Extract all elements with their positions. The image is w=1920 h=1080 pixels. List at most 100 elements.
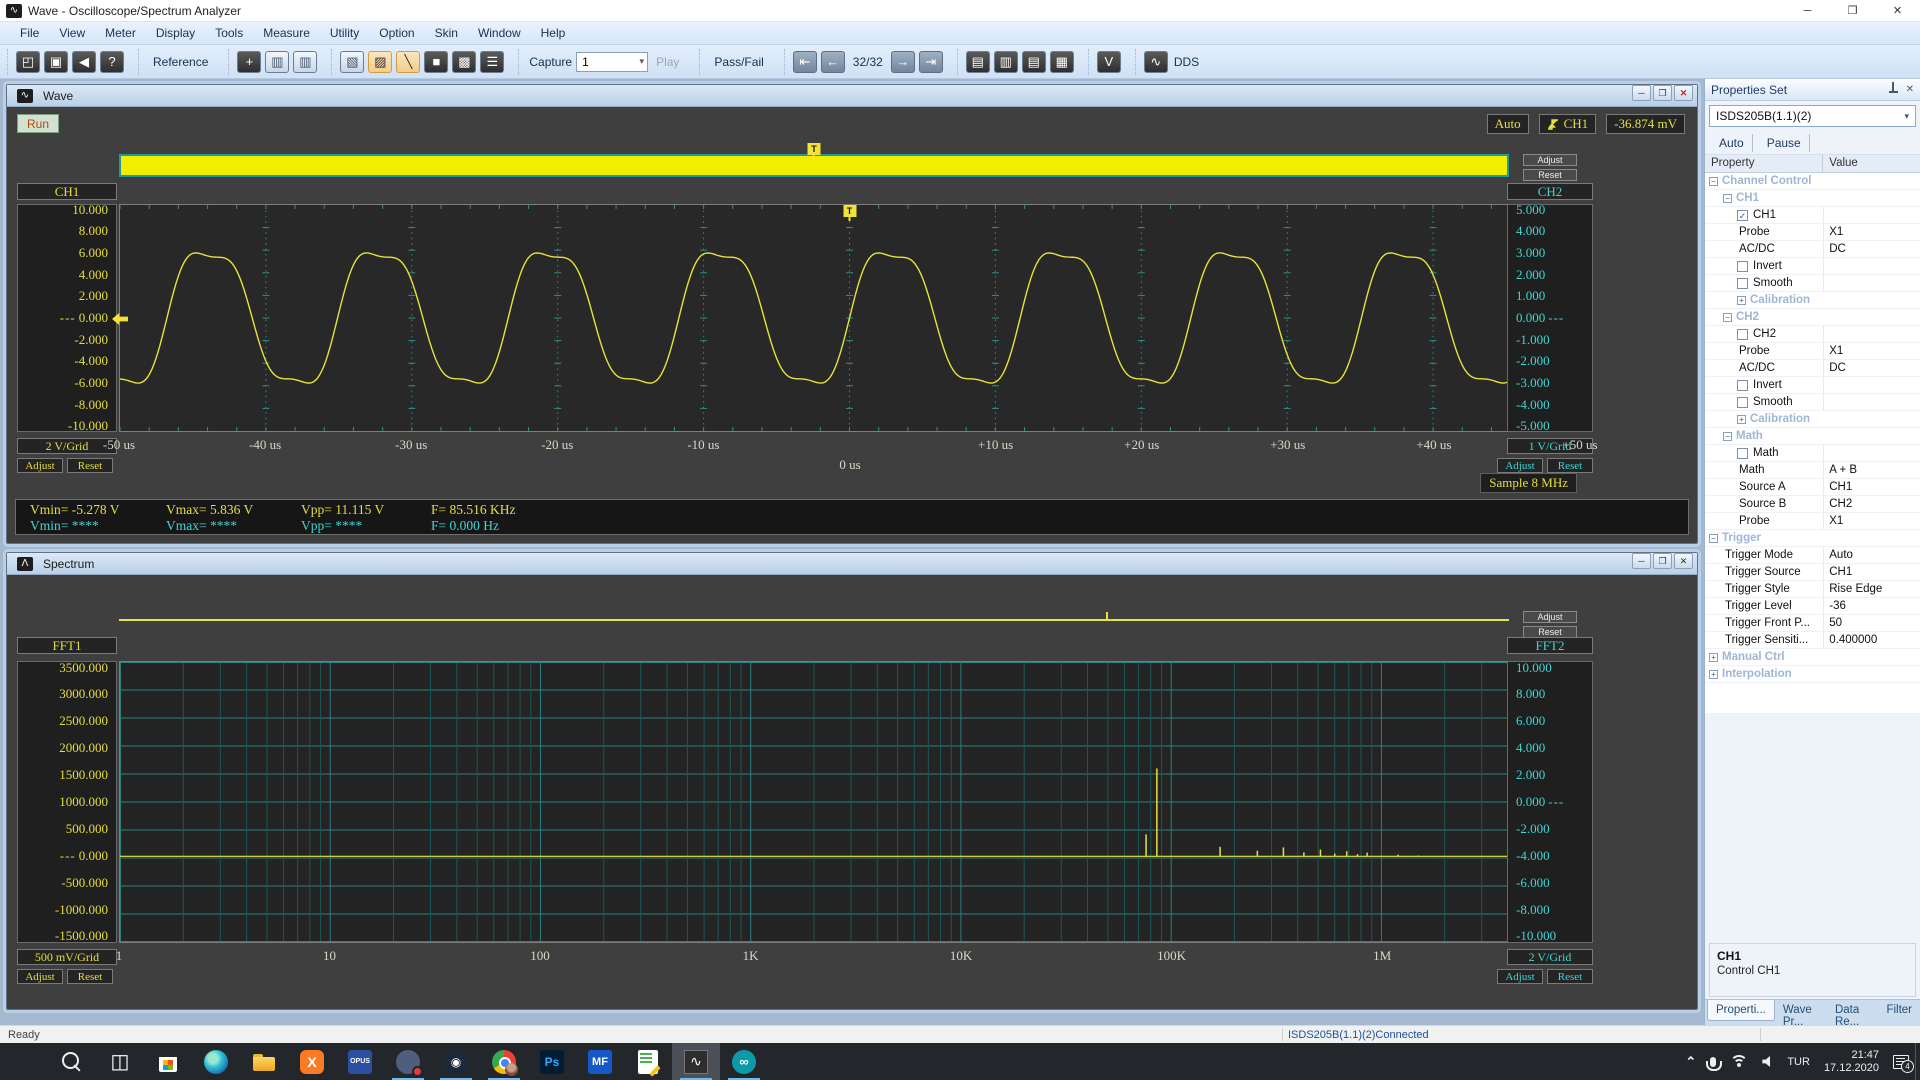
property-row-trigger[interactable]: −Trigger: [1705, 530, 1920, 547]
screenshot-icon[interactable]: ▧: [340, 51, 364, 73]
palette-icon[interactable]: ▩: [452, 51, 476, 73]
property-value[interactable]: Rise Edge: [1829, 583, 1882, 595]
layout-horizontal-icon[interactable]: ▤: [1022, 51, 1046, 73]
ch1-adjust-button[interactable]: Adjust: [17, 458, 63, 473]
auto-button[interactable]: Auto: [1711, 134, 1753, 152]
ch1-reset-button[interactable]: Reset: [67, 458, 113, 473]
property-row-channel-control[interactable]: −Channel Control: [1705, 173, 1920, 190]
property-row-trigger-front-p-[interactable]: Trigger Front P...50: [1705, 615, 1920, 632]
layout-cascade-icon[interactable]: ▤: [966, 51, 990, 73]
menu-skin[interactable]: Skin: [425, 23, 468, 43]
wave-list-icon[interactable]: ☰: [480, 51, 504, 73]
property-value[interactable]: -36: [1829, 600, 1846, 612]
menu-file[interactable]: File: [10, 23, 49, 43]
property-row-source-b[interactable]: Source BCH2: [1705, 496, 1920, 513]
property-value[interactable]: Auto: [1829, 549, 1853, 561]
trigger-position-marker[interactable]: T: [808, 143, 821, 155]
spectrum-window-titlebar[interactable]: Λ Spectrum ─ ❐ ✕: [7, 553, 1697, 575]
checkbox[interactable]: [1737, 329, 1748, 340]
speaker-icon[interactable]: [1762, 1056, 1773, 1067]
wave-plot[interactable]: T: [119, 204, 1580, 432]
next-frame-icon[interactable]: →: [891, 51, 915, 73]
clock[interactable]: 21:47 17.12.2020: [1824, 1049, 1879, 1075]
close-button[interactable]: ✕: [1875, 0, 1920, 21]
ch2-adjust-button[interactable]: Adjust: [1497, 458, 1543, 473]
capture-select[interactable]: 1▾: [576, 52, 648, 72]
voltage-button[interactable]: V: [1097, 51, 1121, 73]
property-row-math[interactable]: MathA + B: [1705, 462, 1920, 479]
taskbar-search-icon[interactable]: [48, 1043, 96, 1080]
property-row-probe[interactable]: ProbeX1: [1705, 513, 1920, 530]
language-indicator[interactable]: TUR: [1787, 1056, 1810, 1068]
taskbar-photoshop-icon[interactable]: Ps: [528, 1043, 576, 1080]
spectrum-minimize-button[interactable]: ─: [1632, 553, 1651, 569]
property-row-smooth[interactable]: Smooth: [1705, 394, 1920, 411]
ch2-axis-header[interactable]: CH2: [1507, 183, 1593, 200]
play-button[interactable]: Play: [648, 53, 687, 71]
property-row-interpolation[interactable]: +Interpolation: [1705, 666, 1920, 683]
taskbar-explorer-icon[interactable]: [240, 1043, 288, 1080]
fft2-reset-button[interactable]: Reset: [1547, 969, 1593, 984]
preview-adjust-button[interactable]: Adjust: [1523, 154, 1577, 166]
preview-reset-button[interactable]: Reset: [1523, 169, 1577, 181]
spectrum-restore-button[interactable]: ❐: [1653, 553, 1672, 569]
collapse-icon[interactable]: −: [1709, 177, 1718, 186]
expand-icon[interactable]: +: [1709, 653, 1718, 662]
spectrum-close-button[interactable]: ✕: [1674, 553, 1693, 569]
layout-grid-icon[interactable]: ▦: [1050, 51, 1074, 73]
first-frame-icon[interactable]: ⇤: [793, 51, 817, 73]
property-value[interactable]: X1: [1829, 226, 1843, 238]
property-row-ac-dc[interactable]: AC/DCDC: [1705, 241, 1920, 258]
property-row-math[interactable]: −Math: [1705, 428, 1920, 445]
fft1-adjust-button[interactable]: Adjust: [17, 969, 63, 984]
wave-restore-button[interactable]: ❐: [1653, 85, 1672, 101]
restore-button[interactable]: ❐: [1830, 0, 1875, 21]
checkbox[interactable]: [1737, 278, 1748, 289]
menu-option[interactable]: Option: [369, 23, 424, 43]
passfail-button[interactable]: Pass/Fail: [706, 53, 771, 71]
reference-button[interactable]: Reference: [145, 53, 216, 71]
property-row-invert[interactable]: Invert: [1705, 377, 1920, 394]
help-icon[interactable]: ?: [100, 51, 124, 73]
fft2-adjust-button[interactable]: Adjust: [1497, 969, 1543, 984]
property-value[interactable]: CH1: [1829, 566, 1852, 578]
collapse-icon[interactable]: −: [1709, 534, 1718, 543]
property-row-ch1[interactable]: −CH1: [1705, 190, 1920, 207]
layout-vertical-icon[interactable]: ▥: [994, 51, 1018, 73]
fft1-axis-header[interactable]: FFT1: [17, 637, 117, 654]
notification-center-icon[interactable]: 4: [1893, 1055, 1909, 1069]
collapse-icon[interactable]: −: [1723, 194, 1732, 203]
prev-frame-icon[interactable]: ←: [821, 51, 845, 73]
ch2-reset-button[interactable]: Reset: [1547, 458, 1593, 473]
last-frame-icon[interactable]: ⇥: [919, 51, 943, 73]
taskbar-wave-app-icon[interactable]: ∿: [672, 1043, 720, 1080]
panel-close-icon[interactable]: ✕: [1906, 84, 1914, 95]
expand-icon[interactable]: +: [1709, 670, 1718, 679]
property-value[interactable]: X1: [1829, 345, 1843, 357]
menu-window[interactable]: Window: [468, 23, 531, 43]
collapse-icon[interactable]: −: [1723, 432, 1732, 441]
checkbox[interactable]: [1737, 261, 1748, 272]
wave-window-titlebar[interactable]: ∿ Wave ─ ❐ ✕: [7, 85, 1697, 107]
dds-icon[interactable]: ∿: [1144, 51, 1168, 73]
property-row-calibration[interactable]: +Calibration: [1705, 411, 1920, 428]
checkbox[interactable]: [1737, 448, 1748, 459]
wifi-icon[interactable]: [1730, 1055, 1748, 1068]
property-value[interactable]: CH2: [1829, 498, 1852, 510]
line-style-icon[interactable]: ╲: [396, 51, 420, 73]
minimize-button[interactable]: ─: [1785, 0, 1830, 21]
spectrum-plot[interactable]: [119, 661, 1580, 943]
hidden-icons-chevron-icon[interactable]: ⌃: [1685, 1054, 1696, 1070]
wave-minimize-button[interactable]: ─: [1632, 85, 1651, 101]
device-select[interactable]: ISDS205B(1.1)(2)▾: [1709, 105, 1916, 127]
property-value[interactable]: A + B: [1829, 464, 1857, 476]
property-row-ch1[interactable]: ✓CH1: [1705, 207, 1920, 224]
property-row-probe[interactable]: ProbeX1: [1705, 343, 1920, 360]
property-row-trigger-mode[interactable]: Trigger ModeAuto: [1705, 547, 1920, 564]
property-row-manual-ctrl[interactable]: +Manual Ctrl: [1705, 649, 1920, 666]
show-desktop-button[interactable]: [1915, 1043, 1920, 1080]
collapse-icon[interactable]: −: [1723, 313, 1732, 322]
property-value[interactable]: X1: [1829, 515, 1843, 527]
property-row-source-a[interactable]: Source ACH1: [1705, 479, 1920, 496]
property-value[interactable]: DC: [1829, 362, 1846, 374]
